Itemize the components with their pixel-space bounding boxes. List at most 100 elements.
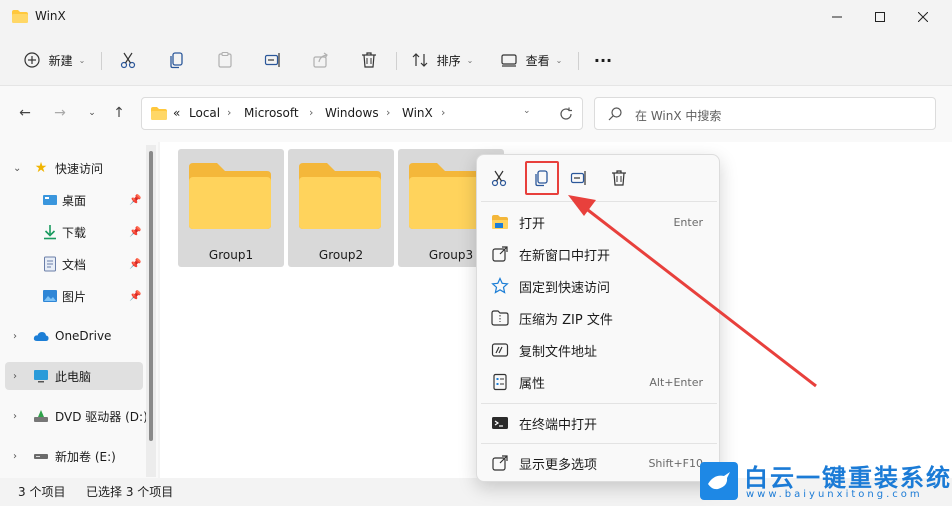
chevron-right-icon[interactable]: › — [386, 106, 390, 119]
delete-button[interactable] — [605, 164, 633, 192]
up-button[interactable]: ↑ — [108, 102, 130, 124]
paste-icon — [218, 51, 232, 68]
view-icon — [501, 54, 517, 67]
sidebar-item-label: 此电脑 — [55, 369, 92, 384]
dvd-drive-icon — [34, 410, 48, 422]
rename-button[interactable] — [259, 44, 287, 76]
breadcrumb-winx[interactable]: WinX — [402, 106, 433, 120]
sidebar-item-desktop[interactable]: 桌面 📌 — [5, 186, 143, 214]
minimize-icon — [832, 16, 842, 18]
sidebar-item-label: OneDrive — [55, 329, 112, 343]
sidebar-item-dvd-drive[interactable]: › DVD 驱动器 (D:) — [5, 402, 148, 430]
menu-item-copy-path[interactable]: 复制文件地址 — [481, 335, 717, 365]
menu-item-label: 固定到快速访问 — [519, 280, 611, 296]
properties-icon — [493, 373, 507, 391]
chevron-down-icon[interactable]: ⌄ — [13, 163, 21, 174]
new-button[interactable]: 新建 ⌄ — [18, 44, 90, 76]
delete-button[interactable] — [355, 44, 383, 76]
desktop-icon — [43, 195, 57, 205]
copy-icon — [535, 170, 548, 187]
menu-item-open[interactable]: 打开 Enter — [481, 207, 717, 237]
sidebar-item-downloads[interactable]: 下载 📌 — [5, 218, 143, 246]
chevron-right-icon[interactable]: › — [309, 106, 313, 119]
sidebar-item-quick-access[interactable]: ⌄ ★ 快速访问 — [5, 154, 143, 182]
copy-button[interactable] — [525, 161, 559, 195]
back-button[interactable]: ← — [14, 102, 36, 124]
terminal-icon — [492, 417, 508, 429]
menu-item-pin-quick-access[interactable]: 固定到快速访问 — [481, 271, 717, 301]
close-icon — [918, 12, 928, 22]
folder-name: Group2 — [318, 248, 364, 262]
folder-icon — [189, 163, 271, 229]
sidebar-item-label: 图片 — [62, 289, 87, 304]
paste-button[interactable] — [211, 44, 239, 76]
chevron-right-icon[interactable]: › — [13, 371, 17, 382]
scrollbar-thumb[interactable] — [149, 151, 153, 441]
folder-icon — [299, 163, 381, 229]
menu-item-shortcut: Enter — [673, 215, 703, 229]
breadcrumb-windows[interactable]: Windows — [325, 106, 379, 120]
menu-divider — [481, 443, 717, 444]
refresh-button[interactable] — [556, 104, 576, 124]
maximize-button[interactable] — [857, 0, 903, 34]
watermark: 白云一键重装系统 www.baiyunxitong.com — [700, 462, 952, 506]
sidebar-item-pictures[interactable]: 图片 📌 — [5, 282, 143, 310]
breadcrumb-overflow[interactable]: « — [173, 106, 180, 120]
sidebar-item-onedrive[interactable]: › OneDrive — [5, 322, 143, 350]
arrow-right-icon: → — [54, 105, 66, 121]
sidebar-scrollbar[interactable] — [146, 145, 156, 477]
chevron-right-icon[interactable]: › — [227, 106, 231, 119]
sidebar-item-label: 下载 — [62, 225, 87, 240]
folder-item[interactable]: Group1 — [178, 149, 284, 267]
menu-item-label: 在终端中打开 — [519, 417, 598, 433]
separator — [578, 52, 579, 70]
drive-icon — [34, 454, 48, 459]
chevron-right-icon[interactable]: › — [13, 451, 17, 462]
rename-icon — [264, 53, 280, 67]
menu-item-open-new-window[interactable]: 在新窗口中打开 — [481, 239, 717, 269]
share-button[interactable] — [307, 44, 335, 76]
menu-item-properties[interactable]: 属性 Alt+Enter — [481, 367, 717, 397]
sidebar-item-this-pc[interactable]: › 此电脑 — [5, 362, 143, 390]
trash-icon — [612, 170, 626, 186]
folder-item[interactable]: Group2 — [288, 149, 394, 267]
breadcrumb-microsoft[interactable]: Microsoft — [244, 106, 299, 120]
cut-button[interactable] — [485, 164, 513, 192]
star-outline-icon — [491, 277, 509, 294]
document-icon — [44, 256, 56, 272]
menu-item-label: 打开 — [519, 216, 546, 232]
menu-item-label: 显示更多选项 — [519, 457, 598, 473]
sidebar-item-documents[interactable]: 文档 📌 — [5, 250, 143, 278]
menu-item-label: 属性 — [519, 376, 546, 392]
recent-locations-button[interactable]: ⌄ — [81, 102, 103, 124]
search-box[interactable]: 在 WinX 中搜索 — [594, 97, 936, 130]
menu-item-show-more-options[interactable]: 显示更多选项 Shift+F10 — [481, 448, 717, 478]
chevron-right-icon[interactable]: › — [13, 411, 17, 422]
cut-button[interactable] — [114, 44, 142, 76]
sort-button[interactable]: 排序 ⌄ — [406, 44, 478, 76]
breadcrumb-local[interactable]: Local — [189, 106, 220, 120]
chevron-right-icon[interactable]: › — [13, 331, 17, 342]
address-bar[interactable]: « Local › Microsoft › Windows › WinX › ⌄ — [141, 97, 583, 130]
sidebar-item-label: 新加卷 (E:) — [55, 449, 116, 464]
chevron-down-icon[interactable]: ⌄ — [523, 106, 531, 116]
view-label: 查看 — [525, 53, 550, 68]
context-menu: 打开 Enter 在新窗口中打开 固定到快速访问 压缩为 ZIP 文件 复制文件… — [476, 154, 720, 482]
rename-button[interactable] — [565, 164, 593, 192]
menu-item-open-terminal[interactable]: 在终端中打开 — [481, 408, 717, 438]
copy-path-icon — [491, 343, 509, 357]
copy-button[interactable] — [163, 44, 191, 76]
sidebar-item-new-volume[interactable]: › 新加卷 (E:) — [5, 442, 143, 470]
more-options-button[interactable]: ··· — [588, 44, 618, 76]
sidebar-item-label: 快速访问 — [55, 161, 104, 176]
view-button[interactable]: 查看 ⌄ — [495, 44, 567, 76]
download-icon — [44, 225, 56, 240]
chevron-right-icon[interactable]: › — [441, 106, 445, 119]
forward-button[interactable]: → — [49, 102, 71, 124]
copy-icon — [170, 52, 183, 69]
folder-icon — [151, 107, 167, 120]
close-button[interactable] — [900, 0, 946, 34]
menu-item-compress-zip[interactable]: 压缩为 ZIP 文件 — [481, 303, 717, 333]
search-placeholder: 在 WinX 中搜索 — [635, 109, 722, 123]
minimize-button[interactable] — [814, 0, 860, 34]
